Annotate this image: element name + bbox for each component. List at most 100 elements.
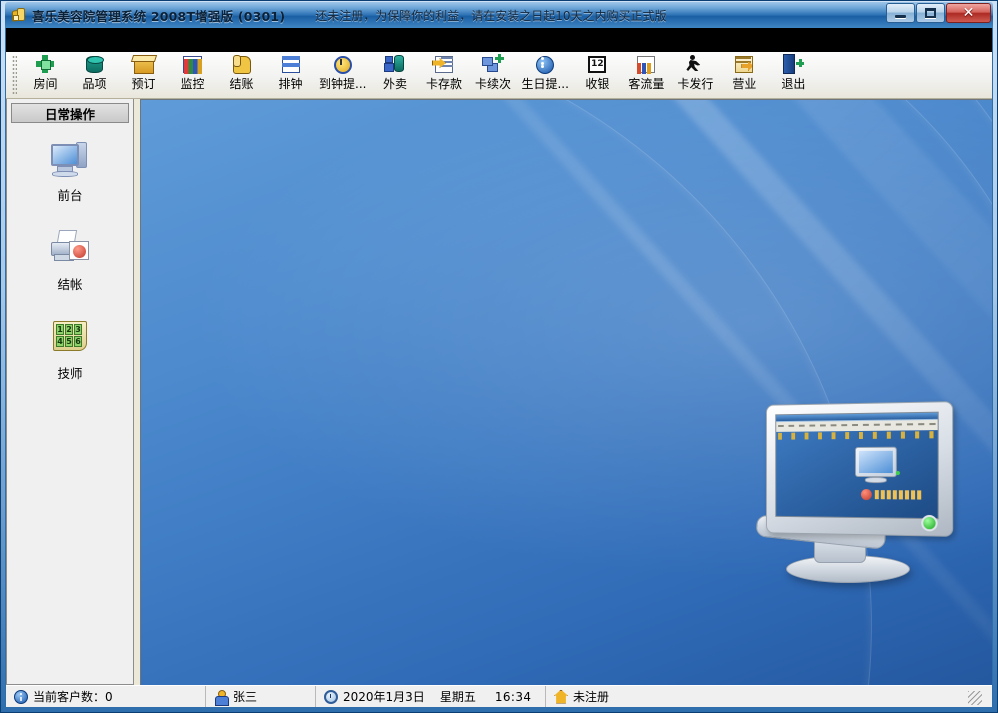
toolbar-label: 到钟提... [319,77,367,91]
toolbar-label: 卡存款 [425,77,462,91]
toolbar-label: 客流量 [628,77,665,91]
toolbar-label: 排钟 [278,77,303,91]
sidebar-item-label: 前台 [57,188,83,203]
toolbar-button-exit[interactable]: 退出 [769,52,818,96]
toolbar-button-schedule[interactable]: 排钟 [266,52,315,96]
toolbar-button-time-alert[interactable]: 到钟提... [315,52,370,96]
toolbar-button-takeout[interactable]: 外卖 [370,52,419,96]
status-operator: 张三 [206,686,316,707]
toolbar-label: 品项 [82,77,107,91]
user-icon [214,689,229,706]
clock-icon [324,689,338,704]
toolbar-button-checkout[interactable]: 结账 [217,52,266,96]
toolbar-label: 卡续次 [474,77,511,91]
sidebar-item-label: 结帐 [57,277,83,292]
toolbar-button-reservation[interactable]: 预订 [119,52,168,96]
status-customer-count: 当前客户数：0 [6,686,206,707]
sidebar-item-checkout[interactable]: 结帐 [7,230,133,293]
sidebar-panel: 日常操作 前台 结帐 1 2 3 4 5 6 技师 [6,99,134,685]
cylinder-icon [84,54,106,76]
info-icon [534,54,556,76]
menu-bar[interactable] [6,28,992,52]
keypad-icon: 1 2 3 4 5 6 [49,319,91,359]
document-arrow-icon [433,54,455,76]
toolbar-label: 卡发行 [677,77,714,91]
status-operator-text: 张三 [233,690,258,704]
monitor-icon [49,141,91,181]
toolbar-button-card-renew[interactable]: 卡续次 [468,52,517,96]
sidebar-item-label: 技师 [57,366,83,381]
status-registration-text: 未注册 [573,690,610,704]
package-box-icon [133,54,155,76]
toolbar-grip[interactable] [12,55,17,95]
status-registration: 未注册 [546,686,992,707]
sidebar-item-frontdesk[interactable]: 前台 [7,141,133,204]
maximize-button[interactable] [916,3,945,23]
body-container: 日常操作 前台 结帐 1 2 3 4 5 6 技师 [6,99,992,685]
window-title: 喜乐美容院管理系统 2008T增强版 (0301) [32,8,286,24]
toolbar-button-card-issue[interactable]: 卡发行 [671,52,720,96]
minimize-button[interactable] [886,3,915,23]
toolbar-button-business[interactable]: 营业 [720,52,769,96]
toolbar-label: 生日提... [521,77,569,91]
status-time-text: 16:34 [494,689,532,704]
node-cylinder-icon [384,54,406,76]
status-date-text: 2020年1月3日 [343,690,425,704]
grid-monitor-icon [182,54,204,76]
main-toolbar: 房间 品项 预订 监控 结账 排钟 到钟提... 外卖 卡存款 卡续次 生日提.… [6,52,992,99]
hand-icon [231,54,253,76]
toolbar-label: 退出 [781,77,806,91]
computer-monitor-illustration [755,401,974,603]
close-icon: ✕ [962,5,975,21]
toolbar-button-birthday-alert[interactable]: 生日提... [517,52,572,96]
toolbar-button-traffic[interactable]: 客流量 [622,52,671,96]
toolbar-label: 营业 [732,77,757,91]
toolbar-label: 监控 [180,77,205,91]
toolbar-button-monitor[interactable]: 监控 [168,52,217,96]
maximize-icon [925,8,936,18]
paper-arrow-icon [733,54,755,76]
application-window: 喜乐美容院管理系统 2008T增强版 (0301) 还未注册，为保障你的利益，请… [0,0,998,713]
sidebar-list: 前台 结帐 1 2 3 4 5 6 技师 [7,123,133,684]
toolbar-label: 外卖 [382,77,407,91]
toolbar-label: 收银 [585,77,610,91]
toolbar-label: 预订 [131,77,156,91]
sidebar-header: 日常操作 [11,103,129,123]
minimize-icon [895,15,906,18]
title-bar: 喜乐美容院管理系统 2008T增强版 (0301) 还未注册，为保障你的利益，请… [5,2,993,28]
window-controls: ✕ [885,3,991,23]
keypad-key: 1 [56,324,64,335]
toolbar-button-rooms[interactable]: 房间 [21,52,70,96]
bar-chart-icon [635,54,657,76]
keypad-key: 5 [65,336,73,347]
keypad-key: 6 [74,336,82,347]
main-workspace[interactable] [140,99,992,685]
status-datetime: 2020年1月3日 星期五 16:34 [316,686,546,707]
arrows-move-icon [34,54,57,76]
toolbar-button-card-deposit[interactable]: 卡存款 [419,52,468,96]
info-icon [14,689,28,704]
clock-alert-icon [332,54,354,76]
toolbar-button-items[interactable]: 品项 [70,52,119,96]
runner-icon [684,54,706,76]
toolbar-button-cashier[interactable]: 12 收银 [573,52,622,96]
status-weekday-text: 星期五 [439,690,476,704]
keypad-key: 4 [56,336,64,347]
app-icon [11,7,27,23]
status-bar: 当前客户数：0 张三 2020年1月3日 星期五 16:34 未注册 [6,685,992,707]
close-button[interactable]: ✕ [946,3,991,23]
exit-door-icon [782,54,804,76]
cards-plus-icon [482,54,504,76]
status-customer-count-text: 当前客户数：0 [33,690,113,704]
sidebar-item-technician[interactable]: 1 2 3 4 5 6 技师 [7,319,133,382]
lines-icon [280,54,302,76]
keypad-key: 2 [65,324,73,335]
registration-notice: 还未注册，为保障你的利益，请在安装之日起10天之内购买正式版 [315,8,667,23]
printer-icon [49,230,91,270]
resize-grip[interactable] [968,691,982,705]
home-icon [554,689,568,704]
toolbar-label: 结账 [229,77,254,91]
toolbar-label: 房间 [33,77,58,91]
keypad-key: 3 [74,324,82,335]
number-pad-glyph: 12 [588,56,607,73]
